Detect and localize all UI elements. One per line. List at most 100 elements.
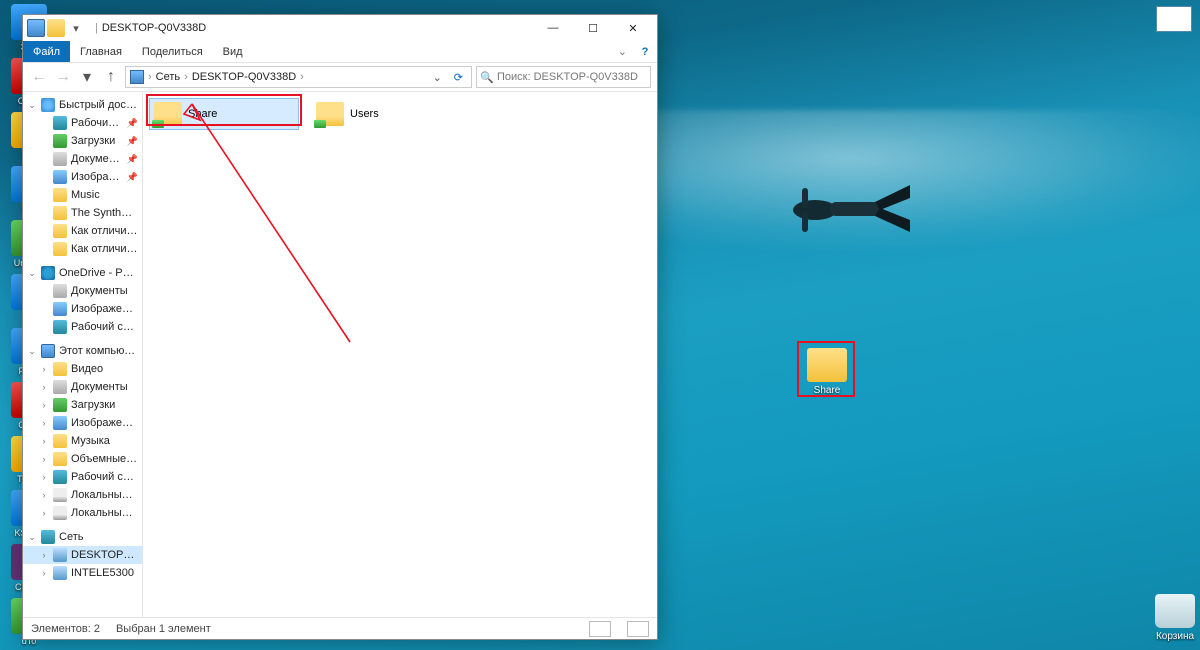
nav-item[interactable]: ›Объемные объекты (23, 450, 142, 468)
expand-icon[interactable]: › (39, 472, 49, 482)
nav-item[interactable]: ›Загрузки (23, 396, 142, 414)
nav-item[interactable]: › Локальный диск (C (23, 486, 142, 504)
folder-label: Users (350, 108, 379, 120)
nav-item[interactable]: ›Локальный диск (D (23, 504, 142, 522)
expand-icon[interactable]: › (39, 382, 49, 392)
pin-icon: 📌 (127, 136, 138, 147)
file-explorer-window[interactable]: ▾ | DESKTOP-Q0V338D — ☐ ✕ Файл Главная П… (22, 14, 658, 640)
view-large-button[interactable] (627, 621, 649, 637)
expand-icon[interactable]: ⌄ (27, 532, 37, 543)
nav-item[interactable]: The Synthpop Disco (23, 204, 142, 222)
tab-share[interactable]: Поделиться (132, 41, 213, 62)
close-button[interactable]: ✕ (613, 15, 653, 41)
nav-item[interactable]: ⌄Этот компьютер (23, 342, 142, 360)
navigation-bar: ← → ▾ ↑ › Сеть › DESKTOP-Q0V338D › ⌄ ⟳ 🔍… (23, 63, 657, 91)
expand-icon[interactable]: ⌄ (27, 268, 37, 279)
nav-item[interactable]: Как отличить пира (23, 222, 142, 240)
up-button[interactable]: ↑ (101, 67, 121, 87)
network-icon (130, 70, 144, 84)
nav-item[interactable]: Рабочий стол (23, 318, 142, 336)
expand-icon[interactable]: › (39, 508, 49, 518)
nav-item[interactable]: Документы (23, 282, 142, 300)
expand-icon[interactable]: ⌄ (27, 100, 37, 111)
expand-icon[interactable]: › (39, 454, 49, 464)
forward-button[interactable]: → (53, 67, 73, 87)
nav-item[interactable]: Изображения (23, 300, 142, 318)
expand-icon[interactable]: › (39, 490, 49, 500)
nav-item-icon (53, 284, 67, 298)
tab-file[interactable]: Файл (23, 41, 70, 62)
expand-icon[interactable]: › (39, 436, 49, 446)
computer-icon[interactable] (27, 19, 45, 37)
nav-item[interactable]: ›Видео (23, 360, 142, 378)
chevron-right-icon[interactable]: › (300, 71, 304, 83)
nav-item[interactable]: Документы📌 (23, 150, 142, 168)
nav-item-icon (53, 506, 67, 520)
pin-icon: 📌 (127, 118, 138, 129)
nav-item-label: Рабочий стол (71, 471, 138, 483)
navigation-pane[interactable]: ⌄Быстрый доступРабочий стол📌Загрузки📌Док… (23, 92, 143, 617)
nav-item[interactable]: › Рабочий стол (23, 468, 142, 486)
address-history-dropdown-icon[interactable]: ⌄ (429, 71, 446, 84)
nav-item-label: Сеть (59, 531, 138, 543)
nav-item[interactable]: Как отличить пира (23, 240, 142, 258)
expand-icon[interactable]: › (39, 418, 49, 428)
maximize-button[interactable]: ☐ (573, 15, 613, 41)
desktop-recycle-bin[interactable]: Корзина (1144, 594, 1200, 642)
content-pane[interactable]: Share Users (143, 92, 657, 617)
shared-folder-icon (154, 102, 182, 126)
folder-item-users[interactable]: Users (311, 98, 461, 130)
tray-widget[interactable] (1156, 6, 1192, 32)
nav-item[interactable]: ›DESKTOP-Q0V338D (23, 546, 142, 564)
expand-icon[interactable]: › (39, 550, 49, 560)
nav-item-label: Рабочий стол (71, 117, 123, 129)
nav-item[interactable]: ›INTELE5300 (23, 564, 142, 582)
nav-item-label: Рабочий стол (71, 321, 138, 333)
nav-item-icon (41, 266, 55, 280)
view-details-button[interactable] (589, 621, 611, 637)
nav-item[interactable]: Загрузки📌 (23, 132, 142, 150)
refresh-icon[interactable]: ⟳ (450, 71, 467, 84)
recent-dropdown-icon[interactable]: ▾ (77, 67, 97, 87)
nav-item[interactable]: ⌄Быстрый доступ (23, 96, 142, 114)
breadcrumb-network[interactable]: Сеть (156, 71, 180, 83)
nav-item[interactable]: ⌄OneDrive - Personal (23, 264, 142, 282)
folder-icon[interactable] (47, 19, 65, 37)
qat-dropdown-icon[interactable]: ▾ (67, 19, 85, 37)
nav-item-label: Документы (71, 285, 138, 297)
address-bar[interactable]: › Сеть › DESKTOP-Q0V338D › ⌄ ⟳ (125, 66, 472, 88)
chevron-right-icon[interactable]: › (148, 71, 152, 83)
nav-item-icon (53, 224, 67, 238)
expand-icon[interactable]: › (39, 400, 49, 410)
tab-home[interactable]: Главная (70, 41, 132, 62)
nav-item[interactable]: Рабочий стол 📌 (23, 114, 142, 132)
nav-item-icon (53, 206, 67, 220)
minimize-button[interactable]: — (533, 15, 573, 41)
red-highlight-box (797, 341, 855, 397)
tab-view[interactable]: Вид (213, 41, 253, 62)
help-icon[interactable]: ? (633, 46, 657, 58)
breadcrumb-host[interactable]: DESKTOP-Q0V338D (192, 71, 296, 83)
nav-item[interactable]: Изображения📌 (23, 168, 142, 186)
nav-item[interactable]: ›Музыка (23, 432, 142, 450)
nav-item-label: Music (71, 189, 138, 201)
back-button[interactable]: ← (29, 67, 49, 87)
ribbon-collapse-icon[interactable]: ⌄ (612, 45, 633, 58)
expand-icon[interactable]: › (39, 364, 49, 374)
desktop[interactable]: Эт... CCl... 360 С... Unins... Не Par...… (0, 0, 1200, 650)
nav-item[interactable]: Music (23, 186, 142, 204)
nav-item-icon (53, 548, 67, 562)
nav-item[interactable]: ›Документы (23, 378, 142, 396)
titlebar[interactable]: ▾ | DESKTOP-Q0V338D — ☐ ✕ (23, 15, 657, 41)
nav-item[interactable]: ⌄ Сеть (23, 528, 142, 546)
status-count: Элементов: 2 (31, 623, 100, 635)
nav-item[interactable]: ›Изображения (23, 414, 142, 432)
nav-item-label: Локальный диск (C (71, 489, 138, 501)
expand-icon[interactable]: ⌄ (27, 346, 37, 357)
expand-icon[interactable]: › (39, 568, 49, 578)
search-box[interactable]: 🔍 Поиск: DESKTOP-Q0V338D (476, 66, 651, 88)
recycle-bin-icon (1155, 594, 1195, 628)
folder-item-share[interactable]: Share (149, 98, 299, 130)
chevron-right-icon[interactable]: › (184, 71, 188, 83)
nav-item-icon (53, 242, 67, 256)
